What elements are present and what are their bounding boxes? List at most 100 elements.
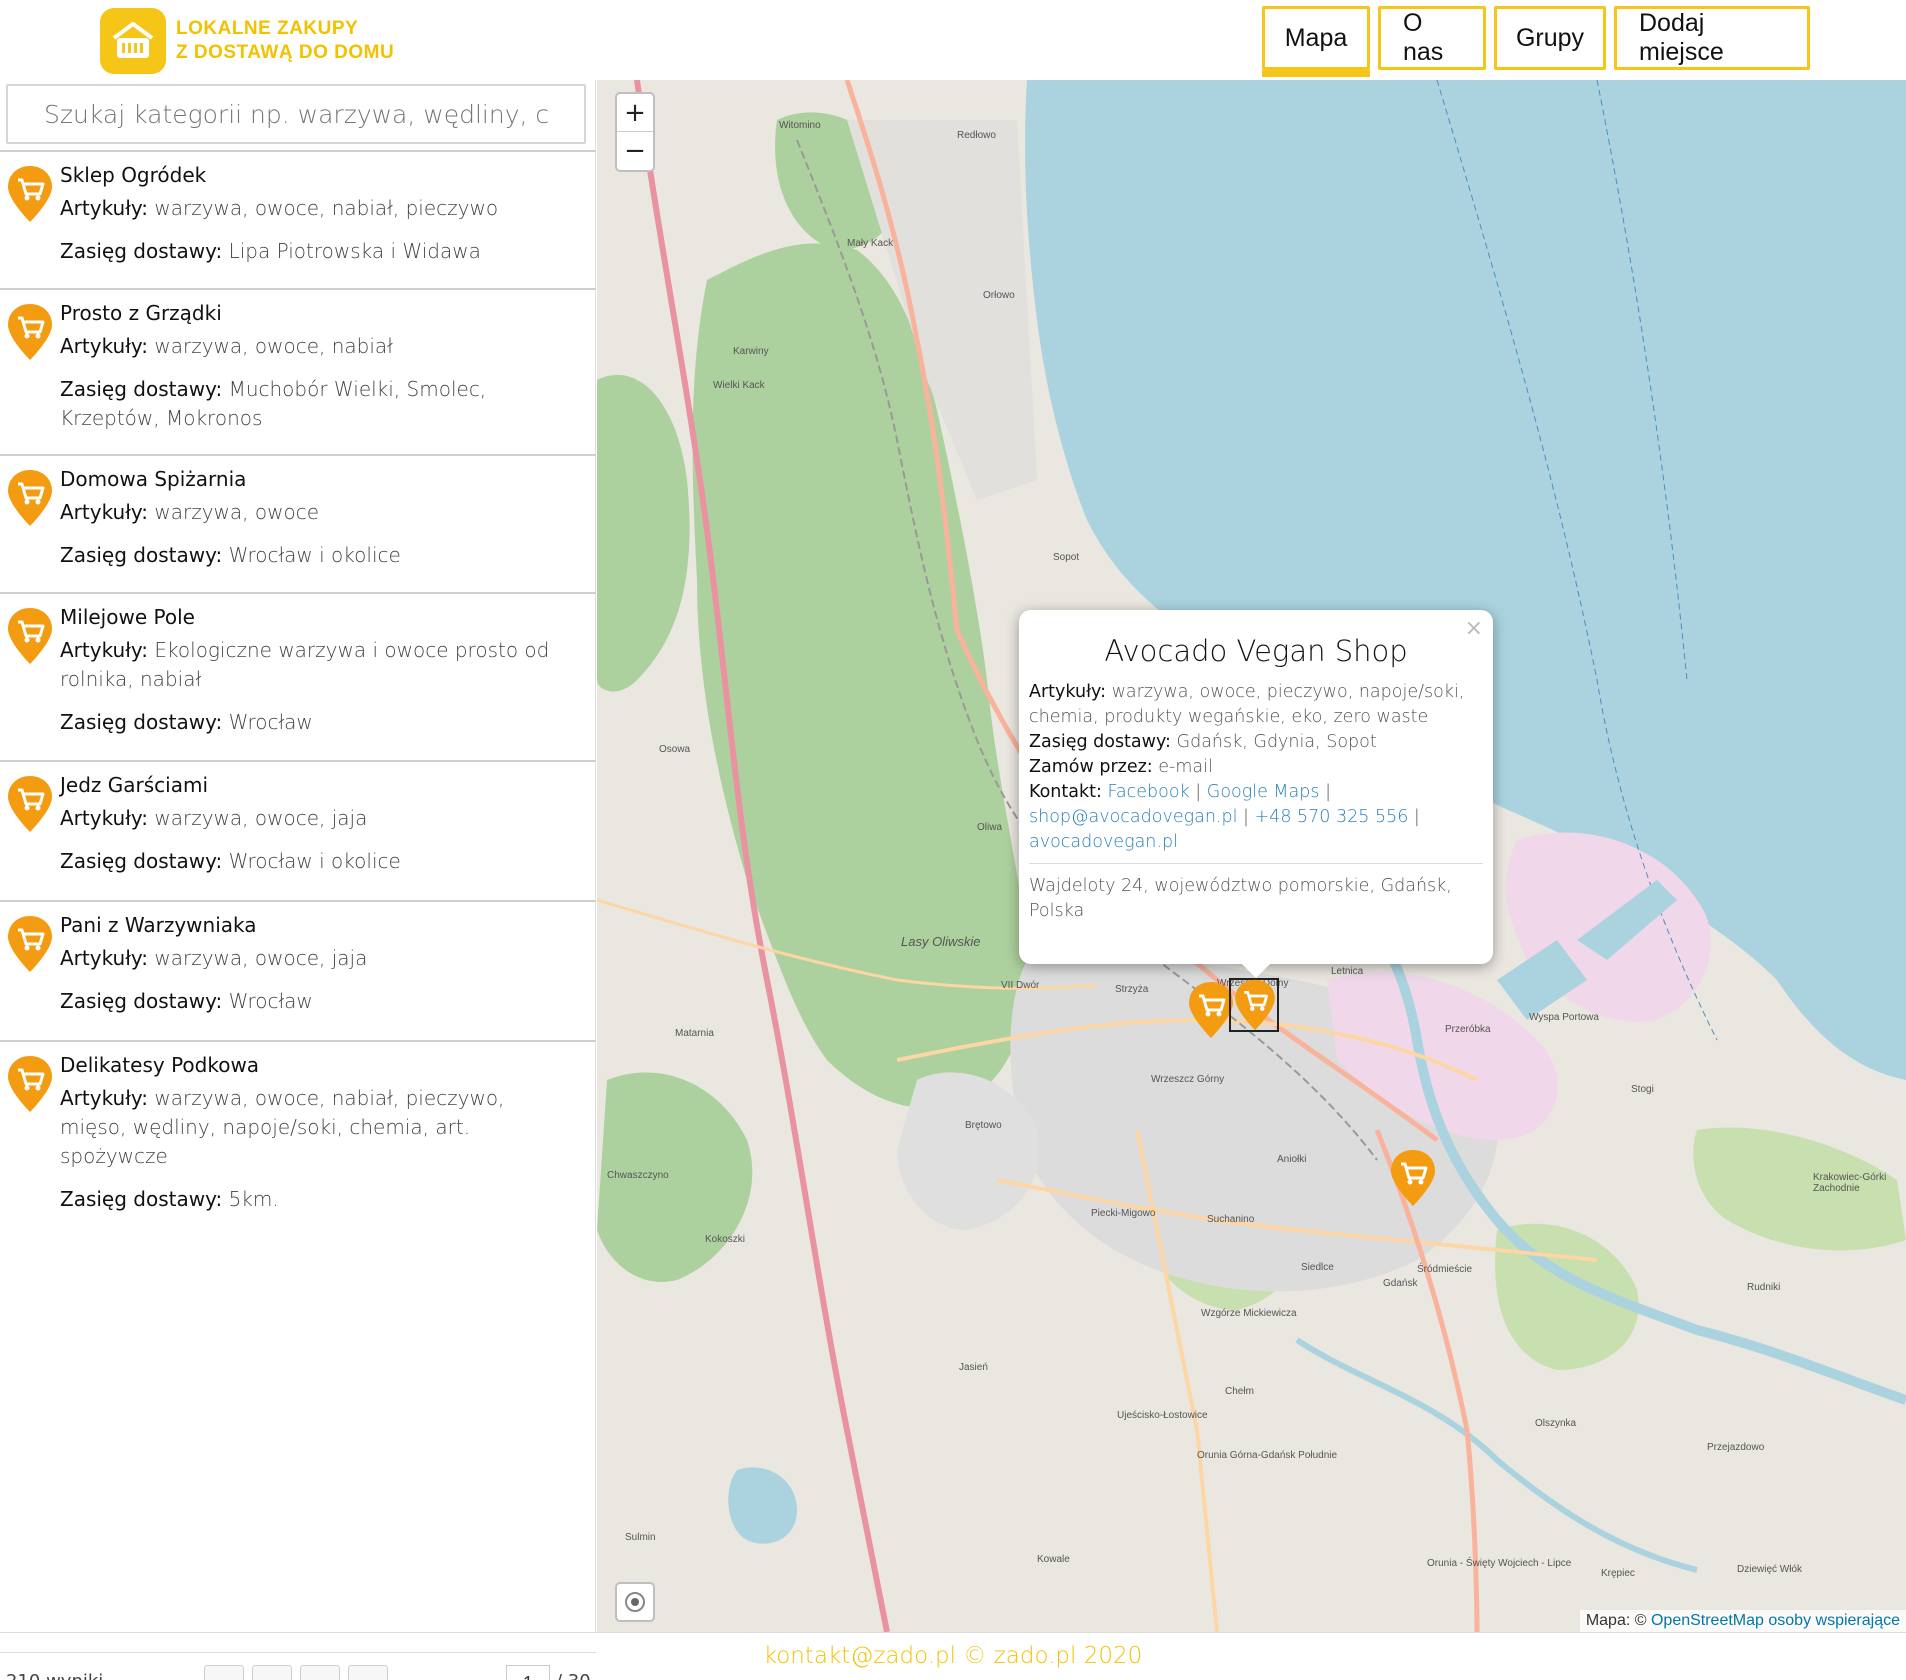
map-label: Chwaszczyno xyxy=(607,1170,669,1181)
google-maps-link[interactable]: Google Maps xyxy=(1207,782,1320,802)
locate-me-button[interactable] xyxy=(615,1582,655,1622)
map-label: Orłowo xyxy=(983,290,1015,301)
cart-pin-icon xyxy=(8,776,52,832)
map-label: Chełm xyxy=(1225,1386,1254,1397)
shop-list-item[interactable]: Domowa Spiżarnia Artykuły: warzywa, owoc… xyxy=(0,454,596,592)
shop-list-item[interactable]: Sklep Ogródek Artykuły: warzywa, owoce, … xyxy=(0,150,596,288)
popup-delivery: Zasięg dostawy: Gdańsk, Gdynia, Sopot xyxy=(1029,730,1483,755)
logo-line-1: LOKALNE ZAKUPY xyxy=(176,18,359,39)
map-label: Wyspa Portowa xyxy=(1529,1012,1599,1023)
logo[interactable]: LOKALNE ZAKUPY Z DOSTAWĄ DO DOMU xyxy=(100,8,394,74)
nav-o-nas-button[interactable]: O nas xyxy=(1378,6,1486,70)
shop-list-item[interactable]: Milejowe Pole Artykuły: Ekologiczne warz… xyxy=(0,592,596,760)
website-link[interactable]: avocadovegan.pl xyxy=(1029,832,1178,852)
shop-list-item[interactable]: Pani z Warzywniaka Artykuły: warzywa, ow… xyxy=(0,900,596,1040)
delivery-label: Zasięg dostawy: xyxy=(60,849,223,873)
map-label: Gdańsk xyxy=(1383,1278,1418,1289)
sidebar: Sklep Ogródek Artykuły: warzywa, owoce, … xyxy=(0,80,596,1680)
shop-delivery: Zasięg dostawy: 5km. xyxy=(60,1185,576,1214)
openstreetmap-link[interactable]: OpenStreetMap osoby wspierające xyxy=(1651,1612,1900,1629)
delivery-label: Zasięg dostawy: xyxy=(60,239,223,263)
map-label: Piecki-Migowo xyxy=(1091,1208,1156,1219)
articles-value: warzywa, owoce, jaja xyxy=(154,946,368,970)
separator: | xyxy=(1325,782,1331,802)
category-search-input[interactable] xyxy=(6,84,586,144)
shop-name: Milejowe Pole xyxy=(60,605,195,629)
map-label: Kokoszki xyxy=(705,1234,746,1245)
zoom-in-button[interactable]: + xyxy=(617,94,653,132)
shop-articles: Artykuły: warzywa, owoce, jaja xyxy=(60,804,576,833)
shop-delivery: Zasięg dostawy: Wrocław xyxy=(60,708,576,737)
map-label: Sopot xyxy=(1053,552,1080,563)
articles-value: warzywa, owoce xyxy=(154,500,320,524)
delivery-value: Wrocław xyxy=(228,989,313,1013)
separator: | xyxy=(1413,807,1420,827)
shop-list-item[interactable]: Prosto z Grządki Artykuły: warzywa, owoc… xyxy=(0,288,596,454)
cart-pin-icon xyxy=(1235,979,1275,1031)
popup-address: Wajdeloty 24, województwo pomorskie, Gda… xyxy=(1029,863,1483,924)
map-label: Suchanino xyxy=(1207,1214,1255,1225)
shop-delivery: Zasięg dostawy: Lipa Piotrowska i Widawa xyxy=(60,237,576,266)
map-label: Strzyża xyxy=(1115,984,1149,995)
map-label: Aniołki xyxy=(1277,1154,1307,1165)
popup-articles-label: Artykuły: xyxy=(1029,682,1107,702)
map-label: Lasy Oliwskie xyxy=(901,934,981,949)
map[interactable]: Witomino Redłowo Mały Kack Orłowo Karwin… xyxy=(597,80,1906,1632)
map-label: Karwiny xyxy=(733,346,769,357)
shop-articles: Artykuły: Ekologiczne warzywa i owoce pr… xyxy=(60,636,576,694)
cart-pin-icon xyxy=(8,1056,52,1112)
shop-articles: Artykuły: warzywa, owoce, jaja xyxy=(60,944,576,973)
nav-mapa-button[interactable]: Mapa xyxy=(1262,6,1370,77)
cart-pin-icon xyxy=(8,608,52,664)
map-label: Letnica xyxy=(1331,966,1364,977)
header: LOKALNE ZAKUPY Z DOSTAWĄ DO DOMU Mapa O … xyxy=(0,0,1906,80)
email-link[interactable]: shop@avocadovegan.pl xyxy=(1029,807,1237,827)
cart-pin-icon xyxy=(8,166,52,222)
facebook-link[interactable]: Facebook xyxy=(1107,782,1189,802)
map-label: VII Dwór xyxy=(1001,980,1040,991)
cart-pin-icon[interactable] xyxy=(1389,1148,1437,1208)
articles-label: Artykuły: xyxy=(60,196,149,220)
shop-list-item[interactable]: Jedz Garściami Artykuły: warzywa, owoce,… xyxy=(0,760,596,900)
shop-name: Jedz Garściami xyxy=(60,773,208,797)
articles-label: Artykuły: xyxy=(60,500,149,524)
articles-label: Artykuły: xyxy=(60,946,149,970)
map-label: Ujeścisko-Łostowice xyxy=(1117,1410,1208,1421)
map-label: Krakowiec-Górki Zachodnie xyxy=(1813,1172,1887,1194)
separator: | xyxy=(1243,807,1249,827)
map-label: Kowale xyxy=(1037,1554,1070,1565)
cart-pin-icon xyxy=(8,304,52,360)
map-label: Rudniki xyxy=(1747,1282,1781,1293)
map-attribution: Mapa: © OpenStreetMap osoby wspierające xyxy=(1579,1610,1906,1632)
map-label: Jasień xyxy=(959,1362,988,1373)
articles-value: warzywa, owoce, nabiał xyxy=(154,334,393,358)
map-label: Mały Kack xyxy=(847,238,894,249)
shop-list-item[interactable]: Delikatesy Podkowa Artykuły: warzywa, ow… xyxy=(0,1040,596,1211)
phone-link[interactable]: +48 570 325 556 xyxy=(1255,807,1409,827)
selected-marker-frame[interactable] xyxy=(1229,978,1279,1032)
main-nav: Mapa O nas Grupy Dodaj miejsce xyxy=(1262,6,1810,77)
popup-close-button[interactable]: × xyxy=(1465,616,1483,641)
map-label: Oliwa xyxy=(977,822,1003,833)
map-label: Śródmieście xyxy=(1417,1264,1473,1275)
map-label: Wielki Kack xyxy=(713,380,765,391)
map-label: Przeróbka xyxy=(1445,1024,1491,1035)
cart-pin-icon[interactable] xyxy=(1187,980,1235,1040)
app-root: LOKALNE ZAKUPY Z DOSTAWĄ DO DOMU Mapa O … xyxy=(0,0,1906,1680)
map-label: Witomino xyxy=(779,120,821,131)
popup-delivery-label: Zasięg dostawy: xyxy=(1029,732,1171,752)
locate-icon xyxy=(625,1592,645,1612)
map-label: Orunia Górna-Gdańsk Południe xyxy=(1197,1450,1338,1461)
articles-value: warzywa, owoce, nabiał, pieczywo xyxy=(154,196,499,220)
articles-label: Artykuły: xyxy=(60,334,149,358)
zoom-out-button[interactable]: − xyxy=(617,132,653,170)
shop-name: Pani z Warzywniaka xyxy=(60,913,257,937)
shop-name: Delikatesy Podkowa xyxy=(60,1053,260,1077)
nav-dodaj-miejsce-button[interactable]: Dodaj miejsce xyxy=(1614,6,1810,70)
popup-contact-label: Kontakt: xyxy=(1029,782,1102,802)
basket-icon xyxy=(100,8,166,74)
delivery-value: Wrocław xyxy=(228,710,313,734)
popup-delivery-value: Gdańsk, Gdynia, Sopot xyxy=(1176,732,1377,752)
nav-grupy-button[interactable]: Grupy xyxy=(1494,6,1606,70)
map-label: Redłowo xyxy=(957,130,996,141)
